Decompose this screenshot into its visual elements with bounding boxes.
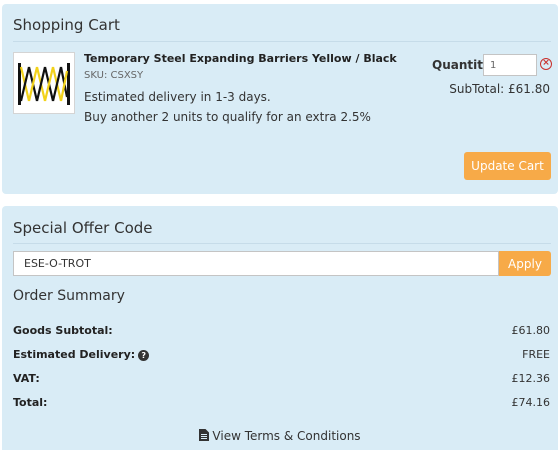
total-value: £74.16 bbox=[511, 396, 551, 409]
cart-title: Shopping Cart bbox=[13, 16, 120, 34]
item-subtotal: SubTotal: £61.80 bbox=[449, 82, 550, 96]
barrier-product-image bbox=[14, 53, 74, 113]
bulk-offer-text: Buy another 2 units to qualify for an ex… bbox=[84, 110, 371, 124]
delivery-estimate: Estimated delivery in 1-3 days. bbox=[84, 90, 271, 104]
offer-code-input[interactable] bbox=[13, 251, 499, 276]
estimated-delivery-value: FREE bbox=[522, 348, 550, 361]
quantity-label: Quantity bbox=[432, 58, 491, 72]
quantity-input[interactable] bbox=[483, 54, 537, 76]
product-name-link[interactable]: Temporary Steel Expanding Barriers Yello… bbox=[84, 52, 397, 65]
terms-conditions-link[interactable]: View Terms & Conditions bbox=[2, 429, 558, 443]
apply-code-button[interactable]: Apply bbox=[499, 251, 551, 276]
question-circle-icon[interactable]: ? bbox=[138, 349, 150, 361]
shopping-cart-panel: Shopping Cart Temporary Steel Expanding … bbox=[2, 4, 558, 194]
goods-subtotal-value: £61.80 bbox=[511, 324, 551, 337]
product-sku: SKU: CSXSY bbox=[84, 70, 144, 81]
vat-value: £12.36 bbox=[511, 372, 551, 385]
goods-subtotal-label: Goods Subtotal: bbox=[13, 324, 113, 337]
offer-divider bbox=[13, 243, 551, 244]
product-image[interactable] bbox=[13, 52, 75, 114]
offer-summary-panel: Special Offer Code Apply Order Summary G… bbox=[2, 206, 558, 450]
document-icon bbox=[199, 429, 210, 441]
offer-title: Special Offer Code bbox=[13, 219, 153, 237]
estimated-delivery-row: Estimated Delivery:? bbox=[13, 348, 150, 361]
remove-circle-icon[interactable]: × bbox=[540, 58, 552, 70]
cart-divider bbox=[13, 41, 551, 42]
estimated-delivery-label: Estimated Delivery: bbox=[13, 348, 136, 361]
vat-label: VAT: bbox=[13, 372, 40, 385]
order-summary-title: Order Summary bbox=[13, 288, 125, 304]
total-label: Total: bbox=[13, 396, 48, 409]
update-cart-button[interactable]: Update Cart bbox=[464, 152, 551, 180]
terms-label: View Terms & Conditions bbox=[212, 429, 361, 443]
